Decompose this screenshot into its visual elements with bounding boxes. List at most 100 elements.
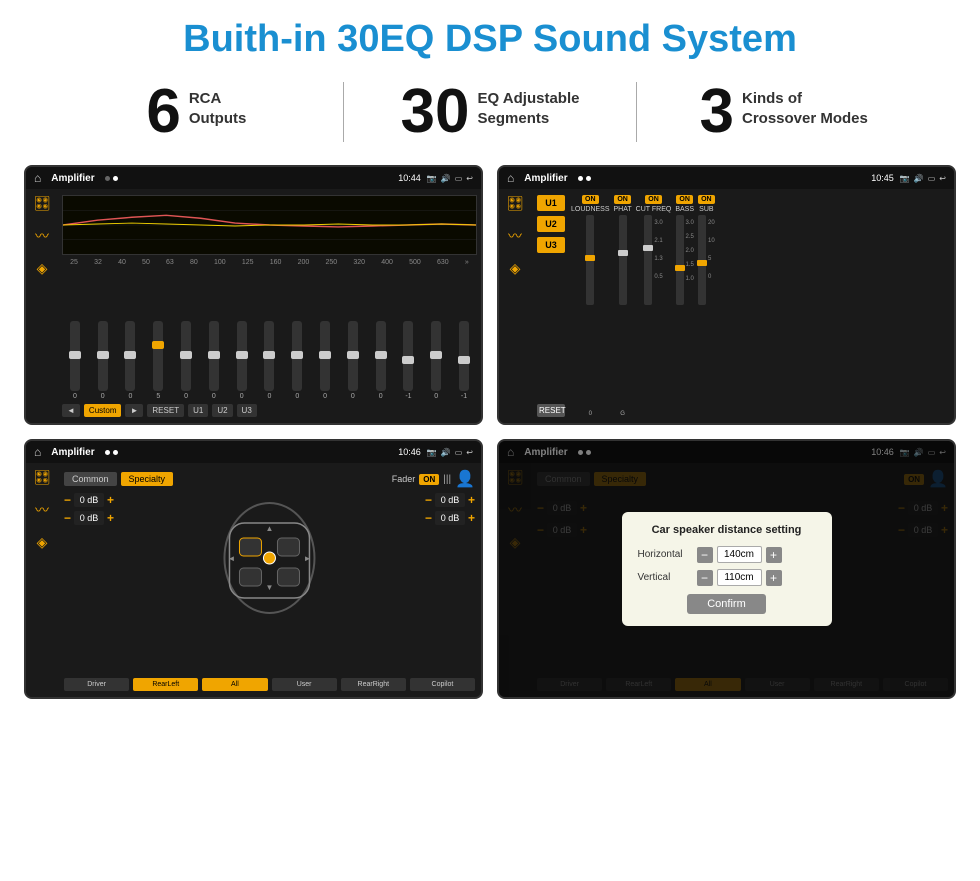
dot-5 — [105, 450, 110, 455]
crossover-volume-icon: 🔊 — [914, 174, 924, 183]
fader-right-controls: − 0 dB + − 0 dB + — [425, 493, 475, 670]
bass-on-btn[interactable]: ON — [676, 195, 693, 204]
fader-screen-title: Amplifier — [51, 447, 94, 458]
eq-u3-button[interactable]: U3 — [237, 404, 257, 417]
fader-nav-buttons: Driver RearLeft All User RearRight Copil… — [64, 678, 475, 691]
crossover-home-icon[interactable]: ⌂ — [507, 171, 514, 185]
dot-4 — [586, 176, 591, 181]
crossover-reset-btn[interactable]: RESET — [537, 404, 565, 417]
vertical-minus-btn[interactable]: − — [697, 570, 713, 586]
crossover-u1-btn[interactable]: U1 — [537, 195, 565, 211]
slider-14: -1 — [459, 321, 469, 400]
sub-on-btn[interactable]: ON — [698, 195, 715, 204]
db2-minus-btn[interactable]: − — [64, 511, 71, 525]
slider-7: 0 — [264, 321, 274, 400]
fader-wave-icon[interactable]: 〰 — [35, 500, 49, 520]
crossover-eq-icon[interactable]: 🎛 — [506, 195, 524, 212]
copilot-btn[interactable]: Copilot — [410, 678, 475, 691]
fader-status-bar: ⌂ Amplifier 10:46 📷 🔊 ▭ ↩ — [26, 441, 481, 463]
eq-graph — [62, 195, 477, 255]
db3-plus-btn[interactable]: + — [468, 493, 475, 507]
eq-screen-title: Amplifier — [51, 173, 94, 184]
eq-next-button[interactable]: ► — [125, 404, 143, 417]
crossover-back-icon[interactable]: ↩ — [939, 174, 946, 183]
speaker-icon[interactable]: ◈ — [37, 260, 48, 277]
crossover-speaker-icon[interactable]: ◈ — [510, 260, 521, 277]
fader-window-icon: ▭ — [455, 448, 463, 457]
dot-2 — [113, 176, 118, 181]
back-icon[interactable]: ↩ — [466, 174, 473, 183]
stat-label-eq: EQ AdjustableSegments — [478, 81, 580, 128]
fader-back-icon[interactable]: ↩ — [466, 448, 473, 457]
phat-on-btn[interactable]: ON — [614, 195, 631, 204]
channel-cutfreq: ON CUT FREQ 3.02.11.30.5 — [636, 195, 672, 417]
window-icon: ▭ — [455, 174, 463, 183]
fader-camera-icon: 📷 — [427, 448, 437, 457]
crossover-camera-icon: 📷 — [900, 174, 910, 183]
eq-bottom-controls: ◄ Custom ► RESET U1 U2 U3 — [62, 404, 477, 417]
eq-prev-button[interactable]: ◄ — [62, 404, 80, 417]
crossover-wave-icon[interactable]: 〰 — [508, 226, 522, 246]
camera-icon: 📷 — [427, 174, 437, 183]
db1-plus-btn[interactable]: + — [107, 493, 114, 507]
fader-tabs-row: Common Specialty Fader ON ||| 👤 — [64, 469, 475, 489]
fader-speaker-icon[interactable]: ◈ — [37, 534, 48, 551]
confirm-button[interactable]: Confirm — [687, 594, 766, 614]
horizontal-plus-btn[interactable]: + — [766, 547, 782, 563]
bass-label: BASS — [675, 206, 694, 213]
rearright-btn[interactable]: RearRight — [341, 678, 406, 691]
crossover-screen-card: ⌂ Amplifier 10:45 📷 🔊 ▭ ↩ 🎛 〰 ◈ U — [497, 165, 956, 425]
stat-number-crossover: 3 — [700, 81, 734, 143]
eq-custom-button[interactable]: Custom — [84, 404, 122, 417]
loudness-on-btn[interactable]: ON — [582, 195, 599, 204]
rearleft-btn[interactable]: RearLeft — [133, 678, 198, 691]
fader-common-tab[interactable]: Common — [64, 472, 117, 486]
home-icon[interactable]: ⌂ — [34, 171, 41, 185]
slider-11: 0 — [376, 321, 386, 400]
db4-plus-btn[interactable]: + — [468, 511, 475, 525]
vertical-plus-btn[interactable]: + — [766, 570, 782, 586]
stat-crossover: 3 Kinds ofCrossover Modes — [647, 81, 920, 143]
horizontal-minus-btn[interactable]: − — [697, 547, 713, 563]
stat-eq: 30 EQ AdjustableSegments — [354, 81, 627, 143]
fader-on-badge[interactable]: ON — [419, 474, 439, 485]
db2-value: 0 dB — [74, 511, 104, 525]
crossover-u2-btn[interactable]: U2 — [537, 216, 565, 232]
divider-2 — [636, 82, 637, 142]
fader-eq-icon[interactable]: 🎛 — [33, 469, 51, 486]
db4-minus-btn[interactable]: − — [425, 511, 432, 525]
db1-minus-btn[interactable]: − — [64, 493, 71, 507]
db4-value: 0 dB — [435, 511, 465, 525]
eq-main-area: 2532405063 80100125160200 25032040050063… — [58, 189, 481, 423]
equalizer-icon[interactable]: 🎛 — [33, 195, 51, 212]
horizontal-value: 140cm — [717, 546, 762, 563]
eq-reset-button[interactable]: RESET — [147, 404, 184, 417]
crossover-main-area: U1 U2 U3 RESET ON LOUDNESS 0 — [531, 189, 954, 423]
db2-plus-btn[interactable]: + — [107, 511, 114, 525]
all-btn[interactable]: All — [202, 678, 267, 691]
crossover-u3-btn[interactable]: U3 — [537, 237, 565, 253]
db3-minus-btn[interactable]: − — [425, 493, 432, 507]
crossover-content: 🎛 〰 ◈ U1 U2 U3 RESET ON LOUDNESS — [499, 189, 954, 423]
db-row-1: − 0 dB + — [64, 493, 114, 507]
fader-label-text: Fader — [392, 474, 416, 484]
car-diagram: ▲ ▼ ◄ ► — [122, 493, 417, 670]
user-btn[interactable]: User — [272, 678, 337, 691]
fader-time: 10:46 — [398, 447, 421, 457]
eq-u1-button[interactable]: U1 — [188, 404, 208, 417]
fader-screen-card: ⌂ Amplifier 10:46 📷 🔊 ▭ ↩ 🎛 〰 ◈ C — [24, 439, 483, 699]
slider-10: 0 — [348, 321, 358, 400]
fader-status-dots — [105, 450, 118, 455]
dot-3 — [578, 176, 583, 181]
eq-u2-button[interactable]: U2 — [212, 404, 232, 417]
driver-btn[interactable]: Driver — [64, 678, 129, 691]
waveform-icon[interactable]: 〰 — [35, 226, 49, 246]
fader-home-icon[interactable]: ⌂ — [34, 445, 41, 459]
db1-value: 0 dB — [74, 493, 104, 507]
fader-specialty-tab[interactable]: Specialty — [121, 472, 174, 486]
stat-number-eq: 30 — [401, 81, 470, 143]
cutfreq-on-btn[interactable]: ON — [645, 195, 662, 204]
slider-1: 0 — [98, 321, 108, 400]
svg-text:►: ► — [304, 554, 312, 563]
db-row-4: − 0 dB + — [425, 511, 475, 525]
